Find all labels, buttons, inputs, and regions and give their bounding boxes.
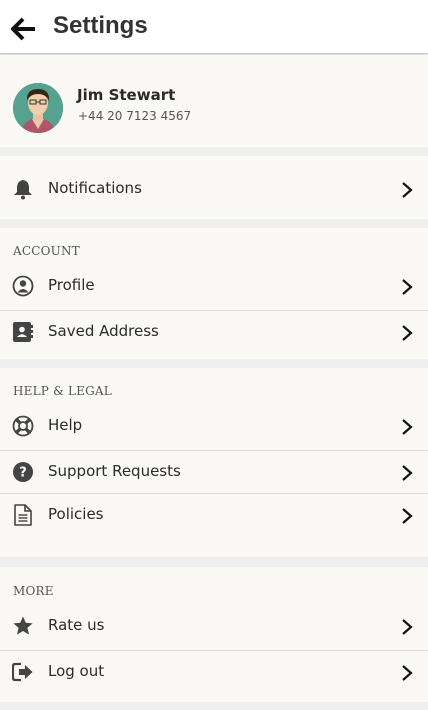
chevron-right-icon xyxy=(400,180,414,200)
user-circle-icon xyxy=(12,275,34,297)
saved-address-label: Saved Address xyxy=(48,322,159,340)
log-out-label: Log out xyxy=(48,662,105,680)
chevron-right-icon xyxy=(400,277,414,297)
help-row[interactable]: Help xyxy=(0,403,428,449)
profile-label: Profile xyxy=(48,276,95,294)
section-title-account: ACCOUNT xyxy=(13,244,80,258)
user-phone: +44 20 7123 4567 xyxy=(78,109,192,123)
lifebuoy-icon xyxy=(12,415,34,437)
notifications-row[interactable]: Notifications xyxy=(0,166,428,212)
help-legal-section: HELP & LEGAL Help ? Support Requests Pol… xyxy=(0,368,428,557)
account-section: ACCOUNT Profile Saved Address xyxy=(0,228,428,359)
page-title: Settings xyxy=(53,12,148,39)
section-title-more: MORE xyxy=(13,584,54,598)
profile-card[interactable]: Jim Stewart +44 20 7123 4567 xyxy=(0,55,428,147)
log-out-icon xyxy=(11,661,34,683)
support-requests-label: Support Requests xyxy=(48,462,181,480)
document-icon xyxy=(12,504,34,526)
svg-text:?: ? xyxy=(19,466,27,481)
star-icon xyxy=(12,615,34,637)
avatar xyxy=(13,83,63,133)
rate-us-row[interactable]: Rate us xyxy=(0,603,428,649)
question-circle-icon: ? xyxy=(12,461,34,483)
chevron-right-icon xyxy=(400,617,414,637)
notifications-label: Notifications xyxy=(48,179,142,197)
section-title-help-legal: HELP & LEGAL xyxy=(13,384,112,398)
bell-icon xyxy=(12,178,34,200)
chevron-right-icon xyxy=(400,417,414,437)
policies-row[interactable]: Policies xyxy=(0,492,428,538)
log-out-row[interactable]: Log out xyxy=(0,649,428,695)
chevron-right-icon xyxy=(400,506,414,526)
help-label: Help xyxy=(48,416,83,434)
address-book-icon xyxy=(12,321,34,343)
app-header: Settings xyxy=(0,0,428,54)
chevron-right-icon xyxy=(400,663,414,683)
rate-us-label: Rate us xyxy=(48,616,105,634)
more-section: MORE Rate us Log out xyxy=(0,567,428,702)
user-name: Jim Stewart xyxy=(77,86,176,104)
policies-label: Policies xyxy=(48,505,104,523)
back-arrow-icon[interactable] xyxy=(10,15,38,43)
chevron-right-icon xyxy=(400,463,414,483)
profile-row[interactable]: Profile xyxy=(0,263,428,309)
support-requests-row[interactable]: ? Support Requests xyxy=(0,449,428,495)
saved-address-row[interactable]: Saved Address xyxy=(0,309,428,355)
notifications-card: Notifications xyxy=(0,156,428,219)
chevron-right-icon xyxy=(400,323,414,343)
